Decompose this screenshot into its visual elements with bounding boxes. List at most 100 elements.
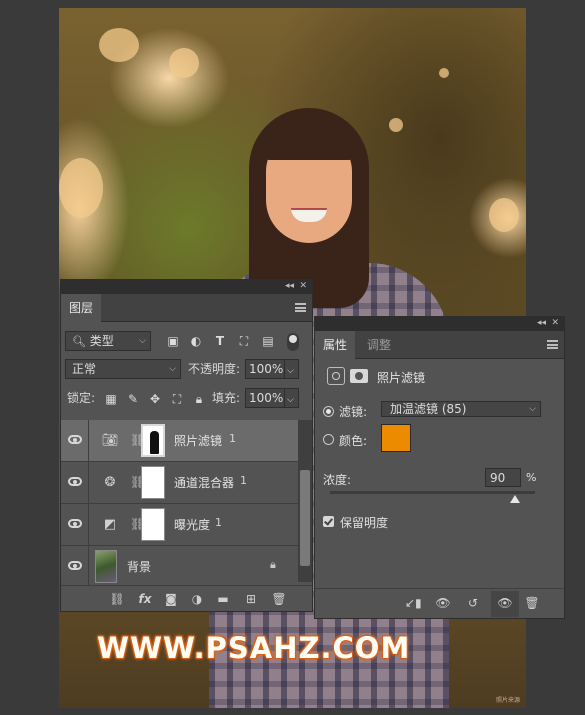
bokeh-light: [489, 198, 519, 232]
clip-to-layer-icon[interactable]: ↙▮: [405, 595, 422, 611]
fill-value: 100%: [249, 391, 284, 405]
filter-select[interactable]: 加温滤镜 (85) ⌵: [381, 401, 541, 417]
visibility-toggle[interactable]: [61, 462, 89, 503]
channel-mixer-icon: ❂: [104, 475, 116, 490]
layer-name: 背景: [127, 560, 152, 574]
properties-title: 照片滤镜: [377, 371, 426, 385]
smart-object-filter-icon[interactable]: ▤: [260, 333, 276, 349]
properties-panel: ◂◂ ✕ 属性 调整 照片滤镜 滤镜: 加温滤镜 (85) ⌵ 颜色: 浓度: …: [314, 316, 565, 619]
fringe: [262, 118, 356, 160]
close-icon[interactable]: ✕: [551, 318, 559, 328]
lock-row: 锁定: ▦ ✎ ✥ ⛶ 🔒︎ 填充: 100% ⌵: [61, 388, 312, 410]
reset-icon[interactable]: ↺: [465, 595, 481, 611]
fill-label: 填充:: [212, 391, 241, 405]
lock-all-icon[interactable]: 🔒︎: [191, 391, 207, 407]
density-slider-knob[interactable]: [509, 495, 520, 503]
lock-label: 锁定:: [67, 391, 96, 405]
eye-icon: [68, 519, 82, 528]
lock-artboard-icon[interactable]: ⛶: [169, 391, 185, 407]
photo-thumbnail[interactable]: [95, 550, 117, 583]
pixel-filter-icon[interactable]: ▣: [165, 333, 181, 349]
tab-adjustments[interactable]: 调整: [367, 331, 391, 359]
color-swatch[interactable]: [381, 424, 411, 452]
layer-mask-thumbnail[interactable]: [141, 424, 165, 457]
blend-mode-value: 正常: [72, 362, 97, 376]
view-previous-state-icon[interactable]: 👁︎: [435, 595, 451, 611]
add-mask-icon[interactable]: ◙: [163, 591, 179, 607]
properties-bottom-bar: ↙▮ 👁︎ ↺ 👁︎ 🗑︎: [315, 588, 564, 618]
preserve-luminosity-label: 保留明度: [340, 516, 389, 530]
layers-scrollbar[interactable]: [298, 420, 312, 582]
panel-dock-bar: ◂◂ ✕: [315, 317, 564, 331]
close-icon[interactable]: ✕: [299, 281, 307, 291]
opacity-dropdown[interactable]: ⌵: [284, 359, 299, 379]
blend-row: 正常 ⌵ 不透明度: 100% ⌵: [61, 359, 312, 381]
chevron-down-icon: ⌵: [169, 364, 176, 374]
panel-menu-icon[interactable]: [547, 340, 558, 349]
delete-icon[interactable]: 🗑︎: [524, 595, 540, 611]
visibility-toggle[interactable]: [61, 504, 89, 545]
new-group-icon[interactable]: ▬: [215, 591, 231, 607]
opacity-label: 不透明度:: [188, 362, 241, 376]
chevron-down-icon: ⌵: [139, 336, 146, 346]
type-filter-icon[interactable]: T: [212, 333, 228, 349]
color-radio[interactable]: [323, 434, 334, 445]
bokeh-light: [389, 118, 403, 132]
credit-text: 照片来源: [495, 697, 520, 704]
search-icon: 🔍︎: [72, 335, 86, 348]
fill-dropdown[interactable]: ⌵: [284, 388, 299, 408]
adjustment-filter-icon[interactable]: ◐: [188, 333, 204, 349]
lock-transparent-icon[interactable]: ▦: [103, 391, 119, 407]
layer-row-photo-filter[interactable]: 📷︎ ⛓ 照片滤镜 1: [61, 420, 298, 462]
tab-layers[interactable]: 图层: [61, 294, 101, 322]
eye-icon: [68, 435, 82, 444]
chevron-down-icon: ⌵: [287, 395, 294, 405]
lock-position-icon[interactable]: ✥: [147, 391, 163, 407]
blend-mode-select[interactable]: 正常 ⌵: [65, 359, 181, 379]
layer-name: 曝光度: [174, 518, 211, 532]
density-value: 90: [490, 471, 506, 485]
collapse-icon[interactable]: ◂◂: [537, 318, 546, 328]
layers-panel: ◂◂ ✕ 图层 🔍︎ 类型 ⌵ ▣ ◐ T ⛶ ▤ 正常 ⌵ 不透明度: 100…: [60, 279, 313, 612]
layer-mask-thumbnail[interactable]: [141, 508, 165, 541]
layer-row-exposure[interactable]: ◩ ⛓ 曝光度 1: [61, 504, 298, 546]
toggle-visibility-icon[interactable]: 👁︎: [497, 595, 513, 611]
delete-icon[interactable]: 🗑︎: [271, 591, 287, 607]
visibility-toggle[interactable]: [61, 546, 89, 587]
layer-name: 照片滤镜: [174, 434, 223, 448]
mask-silhouette: [150, 431, 159, 454]
link-layers-icon[interactable]: ⛓: [109, 591, 125, 607]
chevron-down-icon: ⌵: [287, 366, 294, 376]
filter-toggle[interactable]: [287, 333, 299, 351]
new-layer-icon[interactable]: ⊞: [243, 591, 259, 607]
watermark-text: WWW.PSAHZ.COM: [97, 631, 411, 665]
layer-number: 1: [229, 432, 236, 445]
filter-radio[interactable]: [323, 406, 334, 417]
lock-image-icon[interactable]: ✎: [125, 391, 141, 407]
density-slider-track[interactable]: [330, 491, 535, 494]
layer-number: 1: [215, 516, 222, 529]
layer-row-background[interactable]: 背景 🔒︎: [61, 546, 298, 588]
scroll-thumb[interactable]: [300, 470, 310, 566]
exposure-icon: ◩: [103, 517, 117, 532]
layer-row-channel-mixer[interactable]: ❂ ⛓ 通道混合器 1: [61, 462, 298, 504]
density-input[interactable]: 90: [485, 468, 521, 487]
filter-kind-select[interactable]: 🔍︎ 类型 ⌵: [65, 331, 151, 351]
tab-properties[interactable]: 属性: [315, 331, 355, 359]
collapse-icon[interactable]: ◂◂: [285, 281, 294, 291]
panel-menu-icon[interactable]: [295, 303, 306, 312]
color-label: 颜色:: [339, 434, 368, 448]
new-adjustment-icon[interactable]: ◑: [189, 591, 205, 607]
preserve-luminosity-checkbox[interactable]: [323, 516, 334, 527]
layer-mask-thumbnail[interactable]: [141, 466, 165, 499]
layer-number: 1: [240, 474, 247, 487]
layer-name: 通道混合器: [174, 476, 235, 490]
eye-icon: [68, 477, 82, 486]
bokeh-light: [59, 158, 103, 218]
mask-icon[interactable]: [350, 369, 368, 383]
shape-filter-icon[interactable]: ⛶: [236, 333, 252, 349]
visibility-toggle[interactable]: [61, 420, 89, 461]
fx-icon[interactable]: fx: [137, 591, 153, 607]
filter-value: 加温滤镜 (85): [390, 402, 467, 416]
filter-label: 滤镜:: [339, 405, 368, 419]
